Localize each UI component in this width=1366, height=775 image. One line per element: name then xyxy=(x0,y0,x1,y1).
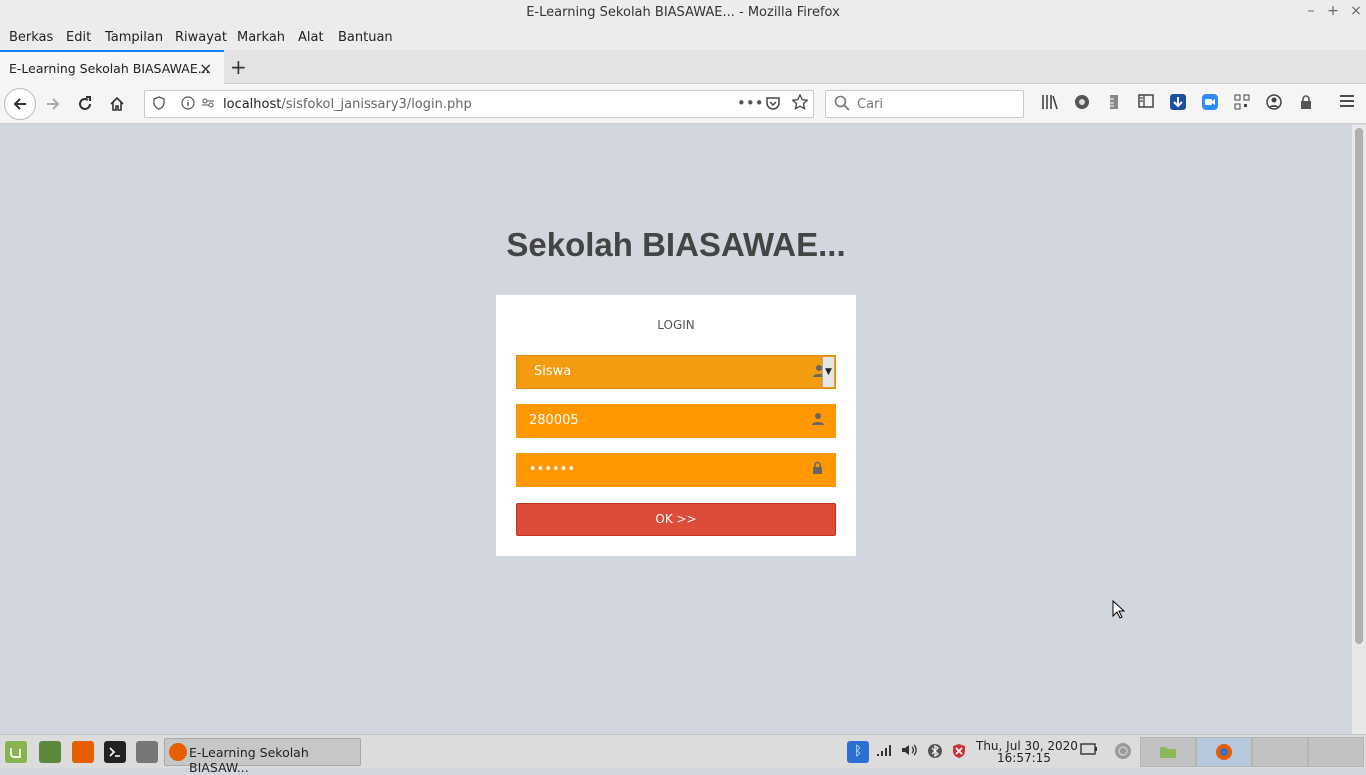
bookmark-star-icon[interactable] xyxy=(791,93,809,114)
shield-icon[interactable] xyxy=(153,96,165,114)
tab-title: E-Learning Sekolah BIASAWAE... xyxy=(9,61,210,76)
volume-icon[interactable] xyxy=(900,743,918,761)
taskbar-firefox-task[interactable]: E-Learning Sekolah BIASAW... xyxy=(164,738,361,775)
role-select[interactable]: Siswa ▼ xyxy=(516,355,836,389)
user-icon xyxy=(812,412,824,429)
back-arrow-icon xyxy=(13,98,26,110)
forward-arrow-icon xyxy=(47,98,60,110)
network-icon[interactable] xyxy=(875,743,893,761)
new-tab-icon[interactable]: + xyxy=(230,55,247,79)
zoom-extension-icon[interactable] xyxy=(1201,94,1219,112)
menu-bantuan[interactable]: Bantuan xyxy=(338,30,393,45)
login-box: LOGIN Siswa ▼ 280005 •••••• OK >> xyxy=(496,295,856,556)
username-input[interactable]: 280005 xyxy=(516,404,836,438)
search-icon xyxy=(834,95,850,115)
home-button[interactable] xyxy=(103,90,131,118)
clock-time: 16:57:15 xyxy=(997,751,1051,765)
password-input[interactable]: •••••• xyxy=(516,453,836,487)
update-shield-icon[interactable] xyxy=(950,743,968,763)
minimize-button[interactable]: – xyxy=(1303,3,1319,19)
menu-bar: Berkas Edit Tampilan Riwayat Markah Alat… xyxy=(0,26,1366,50)
site-title: Sekolah BIASAWAE... xyxy=(506,226,846,263)
reload-button[interactable] xyxy=(71,90,99,118)
page-content: Sekolah BIASAWAE... LOGIN Siswa ▼ 280005… xyxy=(0,125,1352,734)
url-host: localhost xyxy=(223,97,282,112)
login-box-msg: LOGIN xyxy=(657,318,695,332)
ok-submit-button[interactable]: OK >> xyxy=(516,503,836,536)
menu-riwayat[interactable]: Riwayat xyxy=(175,30,227,45)
nav-toolbar: localhost/sisfokol_janissary3/login.php … xyxy=(0,84,1366,124)
tab-strip: E-Learning Sekolah BIASAWAE... × + xyxy=(0,50,1366,84)
menu-markah[interactable]: Markah xyxy=(237,30,285,45)
workspace-2[interactable] xyxy=(1196,737,1252,767)
username-value: 280005 xyxy=(529,413,579,428)
firefox-icon xyxy=(169,743,187,761)
workspace-4[interactable] xyxy=(1308,737,1364,767)
bluetooth-tray-icon[interactable] xyxy=(926,743,944,763)
search-bar[interactable]: Cari xyxy=(825,90,1024,118)
battery-icon[interactable] xyxy=(1080,743,1098,759)
back-button[interactable] xyxy=(4,88,36,120)
tab-elearning[interactable]: E-Learning Sekolah BIASAWAE... × xyxy=(0,50,224,84)
clock[interactable]: Thu, Jul 30, 2020 16:57:15 xyxy=(976,740,1078,764)
terminal-icon[interactable] xyxy=(104,741,126,763)
bluetooth-icon[interactable]: ᛒ xyxy=(847,741,869,763)
page-scrollbar[interactable] xyxy=(1352,125,1366,734)
workspace-3[interactable] xyxy=(1252,737,1308,767)
menu-edit[interactable]: Edit xyxy=(66,30,91,45)
extension-globe-icon[interactable] xyxy=(1073,94,1091,112)
firefox-launcher-icon[interactable] xyxy=(72,741,94,763)
sidebar-icon[interactable] xyxy=(1137,94,1155,112)
download-icon[interactable] xyxy=(1169,94,1187,112)
files-launcher-icon[interactable] xyxy=(136,741,158,763)
home-icon xyxy=(110,96,124,111)
url-bar[interactable]: localhost/sisfokol_janissary3/login.php … xyxy=(144,90,814,118)
pocket-icon[interactable] xyxy=(765,96,781,114)
window-title: E-Learning Sekolah BIASAWAE... - Mozilla… xyxy=(526,5,840,20)
url-text: localhost/sisfokol_janissary3/login.php xyxy=(223,97,472,112)
menu-tampilan[interactable]: Tampilan xyxy=(105,30,163,45)
account-icon[interactable] xyxy=(1265,94,1283,112)
password-value: •••••• xyxy=(529,462,576,477)
reload-icon xyxy=(79,96,91,110)
lock-extension-icon[interactable] xyxy=(1297,94,1315,112)
show-desktop-icon[interactable] xyxy=(39,741,61,763)
power-icon[interactable] xyxy=(1114,742,1132,764)
close-window-button[interactable]: × xyxy=(1348,3,1364,19)
mint-menu-icon[interactable] xyxy=(5,741,27,763)
extension-ruler-icon[interactable] xyxy=(1105,94,1123,112)
maximize-button[interactable]: + xyxy=(1325,3,1341,19)
site-info-icon[interactable] xyxy=(181,96,195,114)
scrollbar-thumb[interactable] xyxy=(1355,128,1363,644)
window-titlebar: E-Learning Sekolah BIASAWAE... - Mozilla… xyxy=(0,0,1366,26)
role-select-value: Siswa xyxy=(534,364,572,379)
permissions-icon[interactable] xyxy=(201,96,215,114)
tab-close-icon[interactable]: × xyxy=(199,59,212,78)
taskbar-task-label: E-Learning Sekolah BIASAW... xyxy=(189,745,309,775)
library-icon[interactable] xyxy=(1041,94,1059,112)
workspace-1[interactable] xyxy=(1140,737,1196,767)
menu-alat[interactable]: Alat xyxy=(298,30,324,45)
forward-button[interactable] xyxy=(39,90,67,118)
hamburger-menu-icon[interactable] xyxy=(1338,94,1356,112)
taskbar: E-Learning Sekolah BIASAW... ᛒ Thu, Jul … xyxy=(0,734,1366,775)
search-placeholder: Cari xyxy=(857,97,883,112)
mouse-cursor-icon xyxy=(1112,600,1126,619)
url-path: /sisfokol_janissary3/login.php xyxy=(281,97,472,112)
menu-berkas[interactable]: Berkas xyxy=(9,30,53,45)
qr-code-icon[interactable] xyxy=(1233,94,1251,112)
page-actions-icon[interactable]: ••• xyxy=(737,94,764,112)
lock-icon xyxy=(812,461,823,478)
chevron-down-icon[interactable]: ▼ xyxy=(822,357,834,387)
